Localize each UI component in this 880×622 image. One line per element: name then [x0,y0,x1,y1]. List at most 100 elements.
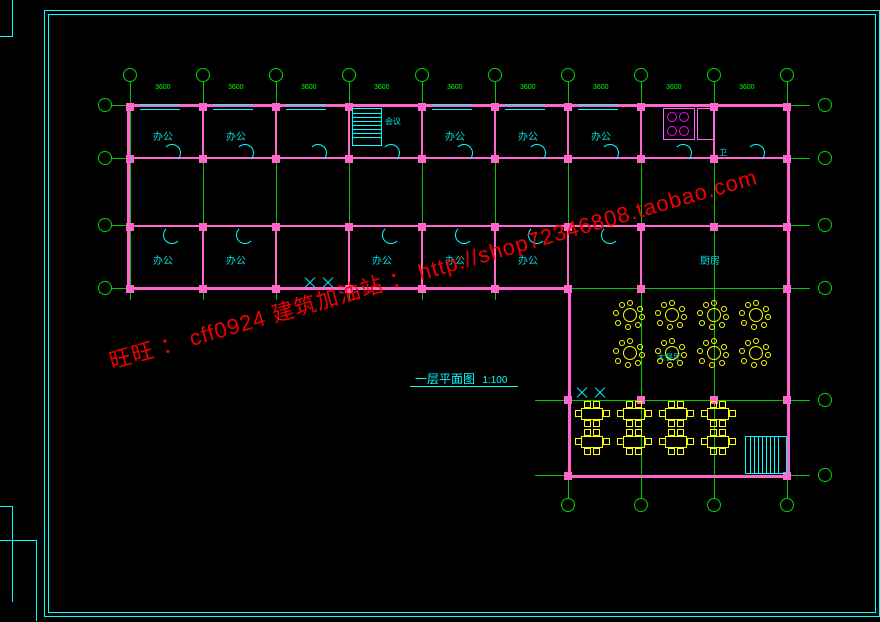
chair-icon [584,448,591,455]
column [126,103,134,111]
chair-icon [645,410,652,417]
grid-bubble [561,498,575,512]
column [564,396,572,404]
column [418,223,426,231]
stairs-icon [745,436,787,474]
grid-bubble [415,68,429,82]
chair-icon [635,420,642,427]
drawing-title-label: 一层平面图 [415,372,475,386]
column [272,103,280,111]
column [564,103,572,111]
chair-icon [603,438,610,445]
rect-table-icon [581,436,603,448]
column [345,223,353,231]
chair-icon [626,429,633,436]
chair-icon [626,448,633,455]
grid-bubble [780,68,794,82]
column [564,285,572,293]
chair-icon [677,448,684,455]
dim-text: 3600 [520,84,536,91]
fixture-partition [697,108,715,140]
chair-icon [729,438,736,445]
column [418,155,426,163]
chair-icon [593,420,600,427]
dim-text: 3600 [374,84,390,91]
column [199,285,207,293]
chair-icon [645,438,652,445]
chair-icon [710,420,717,427]
chair-icon [659,438,666,445]
grid-bubble [707,498,721,512]
wall [202,104,204,160]
chair-icon [584,401,591,408]
wall [494,104,496,160]
rect-table-icon [623,436,645,448]
chair-icon [677,401,684,408]
chair-icon [701,438,708,445]
column [199,103,207,111]
dim-text: 3600 [155,84,171,91]
wall [421,104,423,160]
chair-icon [593,448,600,455]
column [491,223,499,231]
room-label: 办公 [445,128,465,143]
rect-table-icon [665,436,687,448]
chair-icon [710,401,717,408]
dim-text: 3600 [593,84,609,91]
window [578,104,618,110]
door-icon [163,226,181,244]
door-icon [674,144,692,162]
grid-bubble [561,68,575,82]
column [564,155,572,163]
grid-bubble [634,68,648,82]
column [199,223,207,231]
chair-icon [719,429,726,436]
rect-table-icon [707,408,729,420]
room-label: 厨房 [700,252,720,267]
wall [640,104,642,160]
wall [568,287,571,478]
chair-icon [626,401,633,408]
column [126,285,134,293]
column [491,103,499,111]
grid-bubble [196,68,210,82]
drawing-title-scale: 1:100 [482,375,507,386]
chair-icon [635,448,642,455]
rect-table-icon [581,408,603,420]
chair-icon [729,410,736,417]
chair-icon [575,410,582,417]
door-icon [528,144,546,162]
rect-table-icon [707,436,729,448]
room-label: 办公 [153,128,173,143]
column [637,155,645,163]
door-icon [236,226,254,244]
room-label: 办公 [518,128,538,143]
chair-icon [635,429,642,436]
grid-bubble [818,393,832,407]
grid-bubble [818,218,832,232]
grid-bubble [123,68,137,82]
drawing-title: 一层平面图 1:100 [415,370,507,387]
window [286,104,326,110]
dim-text: 3600 [666,84,682,91]
column [491,155,499,163]
grid-bubble [98,218,112,232]
door-icon [236,144,254,162]
chair-icon [668,448,675,455]
grid-bubble [269,68,283,82]
door-icon [309,144,327,162]
rect-table-icon [623,408,645,420]
column [345,155,353,163]
chair-icon [668,401,675,408]
door-icon [455,144,473,162]
chair-icon [677,429,684,436]
chair-icon [626,420,633,427]
window [505,104,545,110]
column [199,155,207,163]
room-label: 会议 [385,116,401,127]
door-icon [382,144,400,162]
room-label: 办公 [591,128,611,143]
room-label: 办公 [153,252,173,267]
column [783,285,791,293]
chair-icon [719,401,726,408]
